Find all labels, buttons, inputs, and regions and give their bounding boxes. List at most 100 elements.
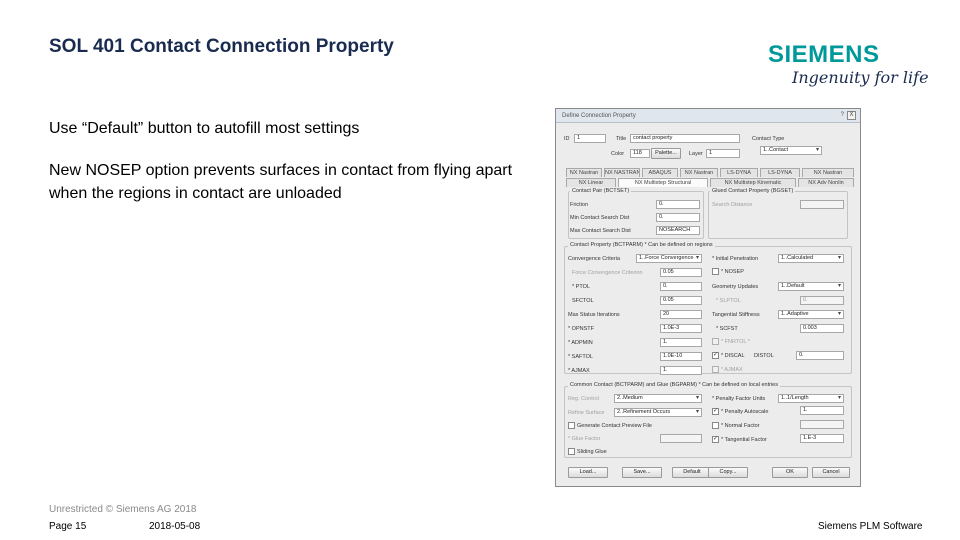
search-distance-field[interactable] <box>800 200 844 209</box>
friction-field[interactable]: 0. <box>656 200 700 209</box>
max-status-iterations-field[interactable]: 20 <box>660 310 702 319</box>
geometry-updates-label: Geometry Updates <box>712 284 759 290</box>
cancel-button[interactable]: Cancel <box>812 467 850 478</box>
default-button[interactable]: Default <box>672 467 712 478</box>
footer-company: Siemens PLM Software <box>818 521 923 532</box>
close-icon[interactable]: X <box>847 111 856 120</box>
tangential-factor-checkbox[interactable] <box>712 435 719 443</box>
contact-pair-header: Contact Pair (BCTSET) <box>570 188 632 194</box>
title-field[interactable]: contact property <box>630 134 740 143</box>
tab-solver-6[interactable]: LS-DYNA <box>760 168 800 177</box>
sfctol-field[interactable]: 0.05 <box>660 296 702 305</box>
id-field[interactable]: 1 <box>574 134 606 143</box>
palette-button[interactable]: Palette... <box>651 148 681 159</box>
reg-control-select[interactable]: 2..Medium <box>614 394 702 403</box>
logo-brand: SIEMENS <box>768 41 880 68</box>
dialog-titlebar: Define Connection Property ? X <box>556 109 860 123</box>
slide-title: SOL 401 Contact Connection Property <box>49 36 394 57</box>
normal-factor-label: * Normal Factor <box>721 423 760 429</box>
ajmax-right-checkbox[interactable] <box>712 366 719 373</box>
friction-label: Friction <box>570 202 589 208</box>
max-search-dist-field[interactable]: NOSEARCH <box>656 226 700 235</box>
distol-field[interactable]: 0. <box>796 351 844 360</box>
penalty-units-select[interactable]: 1..1/Length <box>778 394 844 403</box>
preview-file-checkbox[interactable] <box>568 422 575 429</box>
copy-button[interactable]: Copy... <box>708 467 748 478</box>
tab-nx-multistep-structural[interactable]: NX Multistep Structural <box>618 178 708 187</box>
tangential-factor-field[interactable]: 1.E-3 <box>800 434 844 443</box>
slptol-label: * SLPTOL <box>716 298 741 304</box>
save-button[interactable]: Save... <box>622 467 662 478</box>
fnrtol-label: * FNRTOL * <box>721 339 750 345</box>
convergence-criteria-select[interactable]: 1..Force Convergence <box>636 254 702 263</box>
reg-control-label: Reg. Control <box>568 396 599 402</box>
title-label: Title <box>616 136 627 142</box>
connection-property-dialog: Define Connection Property ? X ID 1 Titl… <box>555 108 861 487</box>
sliding-glue-label: Sliding Glue <box>577 449 607 455</box>
solver-tabs: NX Nastran NX NASTRAN ABAQUS NX Nastran … <box>566 168 854 177</box>
scfst-label: * SCFST <box>716 326 738 332</box>
tab-nx-adv-nonlin[interactable]: NX Adv Nonlin <box>798 178 854 187</box>
tab-nx-multistep-kinematic[interactable]: NX Multistep Kinematic <box>710 178 796 187</box>
tab-solver-3[interactable]: ABAQUS <box>642 168 678 177</box>
tangential-factor-label: * Tangential Factor <box>721 437 767 443</box>
sliding-glue-checkbox[interactable] <box>568 448 575 455</box>
saftol-field[interactable]: 1.0E-10 <box>660 352 702 361</box>
ajmax-left-field[interactable]: 1. <box>660 366 702 375</box>
color-label: Color <box>611 151 625 157</box>
slptol-field[interactable]: 0. <box>800 296 844 305</box>
tab-solver-7[interactable]: NX Nastran <box>802 168 854 177</box>
penalty-autoscale-field[interactable]: 1. <box>800 406 844 415</box>
tab-solver-4[interactable]: NX Nastran <box>680 168 718 177</box>
penalty-autoscale-label: * Penalty Autoscale <box>721 409 769 415</box>
contact-property-header: Contact Property (BCTPARM) * Can be defi… <box>568 242 715 248</box>
adpmin-field[interactable]: 1. <box>660 338 702 347</box>
normal-factor-checkbox[interactable] <box>712 422 719 429</box>
common-contact-header: Common Contact (BCTPARM) and Glue (BGPAR… <box>568 382 780 388</box>
bullet-nosep: New NOSEP option prevents surfaces in co… <box>49 162 513 202</box>
footer-page: Page 15 <box>49 521 87 532</box>
force-convergence-field[interactable]: 0.05 <box>660 268 702 277</box>
max-status-iterations-label: Max Status Iterations <box>568 312 620 318</box>
opnstf-field[interactable]: 1.0E-3 <box>660 324 702 333</box>
adpmin-label: * ADPMIN <box>568 340 593 346</box>
convergence-criteria-label: Convergence Criteria <box>568 256 620 262</box>
discal-checkbox[interactable] <box>712 351 719 359</box>
nosep-checkbox[interactable] <box>712 268 719 275</box>
penalty-units-label: * Penalty Factor Units <box>712 396 766 402</box>
load-button[interactable]: Load... <box>568 467 608 478</box>
scfst-field[interactable]: 0.003 <box>800 324 844 333</box>
distol-label: DISTOL <box>754 353 774 359</box>
penalty-autoscale-checkbox[interactable] <box>712 407 719 415</box>
tab-solver-1[interactable]: NX Nastran <box>566 168 602 177</box>
bullet-default-button: Use “Default” button to autofill most se… <box>49 120 360 137</box>
color-field[interactable]: 118 <box>630 149 650 158</box>
initial-penetration-label: * Initial Penetration <box>712 256 759 262</box>
layer-field[interactable]: 1 <box>706 149 740 158</box>
tangential-stiffness-label: Tangential Stiffness <box>712 312 760 318</box>
ajmax-right-label: * AJMAX <box>721 367 743 373</box>
tab-nx-linear[interactable]: NX Linear <box>566 178 616 187</box>
geometry-updates-select[interactable]: 1..Default <box>778 282 844 291</box>
footer-date: 2018-05-08 <box>149 521 201 532</box>
help-icon[interactable]: ? <box>841 112 844 118</box>
tab-solver-2[interactable]: NX NASTRAN <box>604 168 640 177</box>
normal-factor-field[interactable] <box>800 420 844 429</box>
refine-surface-select[interactable]: 2..Refinement Occurs <box>614 408 702 417</box>
glue-factor-field[interactable] <box>660 434 702 443</box>
glued-contact-header: Glued Contact Property (BGSET) <box>710 188 796 194</box>
tab-solver-5[interactable]: LS-DYNA <box>720 168 758 177</box>
tangential-stiffness-select[interactable]: 1..Adaptive <box>778 310 844 319</box>
min-search-dist-field[interactable]: 0. <box>656 213 700 222</box>
initial-penetration-select[interactable]: 1..Calculated <box>778 254 844 263</box>
analysis-tabs: NX Linear NX Multistep Structural NX Mul… <box>566 178 854 187</box>
contact-type-select[interactable]: 1..Contact <box>760 146 822 155</box>
layer-label: Layer <box>689 151 703 157</box>
ajmax-left-label: * AJMAX <box>568 368 590 374</box>
sfctol-label: SFCTOL <box>572 298 594 304</box>
fnrtol-checkbox[interactable] <box>712 338 719 345</box>
logo-tagline: Ingenuity for life <box>792 68 929 87</box>
discal-label: * DISCAL <box>721 353 745 359</box>
ok-button[interactable]: OK <box>772 467 808 478</box>
ptol-field[interactable]: 0. <box>660 282 702 291</box>
